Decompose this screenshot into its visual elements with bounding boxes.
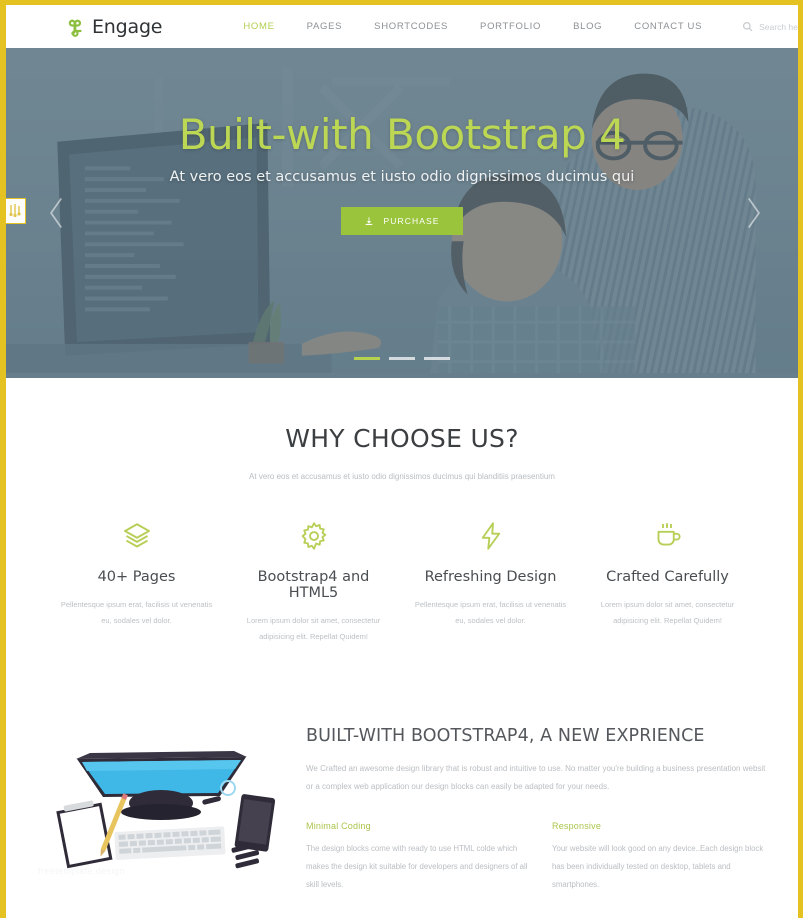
why-choose-us-subtitle: At vero eos et accusamus et iusto odio d… [249,472,555,481]
feature-title: Bootstrap4 and HTML5 [257,568,370,601]
about-text: We Crafted an awesome design library tha… [306,764,766,791]
feature-text: Lorem ipsum dolor sit amet, consectetur … [246,615,381,641]
illustration-watermark: freetemplate.design [38,866,125,877]
coffee-cup-icon [589,519,746,553]
nav-item-shortcodes[interactable]: SHORTCODES [358,21,464,32]
hero-content: Built-with Bootstrap 4 At vero eos et ac… [6,110,798,235]
header-search[interactable] [742,21,798,32]
feature-title: Refreshing Design [424,568,557,585]
brand-logo[interactable]: Engage [64,15,163,38]
nav-item-blog[interactable]: BLOG [557,21,618,32]
feature-text: Pellentesque ipsum erat, facilisis ut ve… [60,599,213,625]
about-column-title: Minimal Coding [306,821,371,832]
carousel-prev-button[interactable] [40,191,74,235]
hero-carousel: Built-with Bootstrap 4 At vero eos et ac… [6,48,798,378]
nav-item-pages[interactable]: PAGES [291,21,359,32]
about-column-title: Responsive [552,821,602,832]
about-column-responsive: Responsive Your website will look good o… [552,821,774,893]
feature-text: Lorem ipsum dolor sit amet, consectetur … [600,599,735,625]
about-body: BUILT-WITH BOOTSTRAP4, A NEW EXPRIENCE W… [290,726,774,893]
search-icon [742,21,753,32]
nav-item-portfolio[interactable]: PORTFOLIO [464,21,557,32]
gear-icon [235,519,392,553]
carousel-next-button[interactable] [736,191,770,235]
tooltip-badge-icon [9,204,21,218]
command-logo-icon [64,16,86,38]
feature-title: Crafted Carefully [606,568,729,585]
why-choose-us-section: WHY CHOOSE US? At vero eos et accusamus … [6,378,798,645]
carousel-indicator-1[interactable] [354,357,380,360]
download-icon [366,217,373,225]
features-row: 40+ Pages Pellentesque ipsum erat, facil… [6,519,798,645]
page-root: Engage HOME PAGES SHORTCODES PORTFOLIO B… [0,0,803,918]
side-tooltip-badge[interactable] [6,198,26,224]
nav-item-contact-us[interactable]: CONTACT US [618,21,718,32]
about-column-minimal-coding: Minimal Coding The design blocks come wi… [306,821,528,893]
primary-nav: HOME PAGES SHORTCODES PORTFOLIO BLOG CON… [227,21,718,32]
feature-card-pages: 40+ Pages Pellentesque ipsum erat, facil… [48,519,225,645]
chevron-right-icon [748,198,760,228]
brand-name: Engage [92,15,163,38]
nav-item-home[interactable]: HOME [227,21,290,32]
about-section: freetemplate.design BUILT-WITH BOOTSTRAP… [6,726,798,893]
layers-icon [58,519,215,553]
hero-title: Built-with Bootstrap 4 [178,110,626,159]
about-columns: Minimal Coding The design blocks come wi… [306,821,774,893]
feature-card-bootstrap: Bootstrap4 and HTML5 Lorem ipsum dolor s… [225,519,402,645]
feature-card-design: Refreshing Design Pellentesque ipsum era… [402,519,579,645]
hero-subtitle: At vero eos et accusamus et iusto odio d… [169,169,635,185]
purchase-button[interactable]: PURCHASE [341,207,463,235]
carousel-indicators [6,357,798,360]
bolt-icon [412,519,569,553]
chevron-left-icon [50,198,62,228]
about-column-text: The design blocks come with ready to use… [306,844,528,889]
desk-workspace-illustration: freetemplate.design [38,726,290,876]
desk-illustration-svg [56,751,276,869]
about-title: BUILT-WITH BOOTSTRAP4, A NEW EXPRIENCE [306,726,705,747]
feature-card-crafted: Crafted Carefully Lorem ipsum dolor sit … [579,519,756,645]
feature-text: Pellentesque ipsum erat, facilisis ut ve… [414,599,567,625]
search-input[interactable] [759,21,798,32]
about-column-text: Your website will look good on any devic… [552,844,764,889]
feature-title: 40+ Pages [97,568,176,585]
site-header: Engage HOME PAGES SHORTCODES PORTFOLIO B… [6,5,798,48]
purchase-button-label: PURCHASE [383,216,440,226]
carousel-indicator-2[interactable] [389,357,415,360]
carousel-indicator-3[interactable] [424,357,450,360]
why-choose-us-title: WHY CHOOSE US? [285,424,519,453]
